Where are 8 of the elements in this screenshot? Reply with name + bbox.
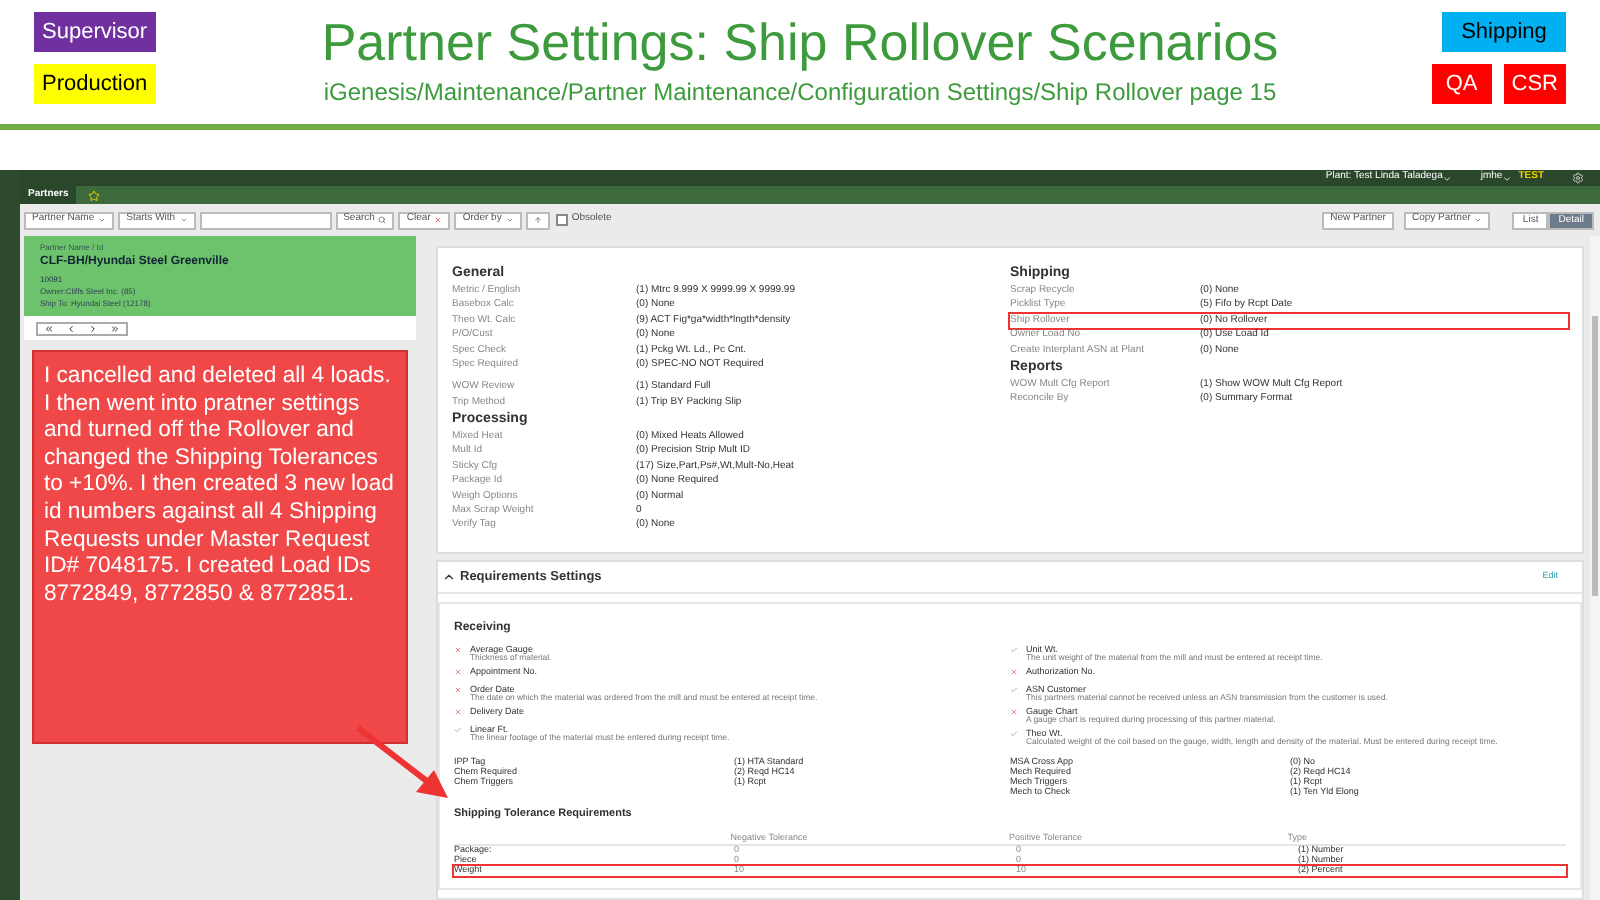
role-tag: QA: [1431, 64, 1492, 104]
role-tag: Supervisor: [34, 12, 156, 52]
role-tag: Production: [34, 64, 156, 104]
role-tag: CSR: [1503, 64, 1566, 104]
annotation-callout: I cancelled and deleted all 4 loads. I then went into pratner settings and turned off the Rollover and changed the Shipping Tolerances to +10%. I then created 3 new load id numbers against all 4 Shipping Requests under Master Request ID# 7048175. I created Load IDs 8772849, 8772850 & 8772851.: [32, 350, 408, 744]
slide-title: Partner Settings: Ship Rollover Scenarios: [321, 12, 1279, 72]
role-tag: Shipping: [1442, 12, 1566, 52]
slide-subtitle: iGenesis/Maintenance/Partner Maintenance/Configuration Settings/Ship Rollover page 15: [323, 76, 1277, 108]
